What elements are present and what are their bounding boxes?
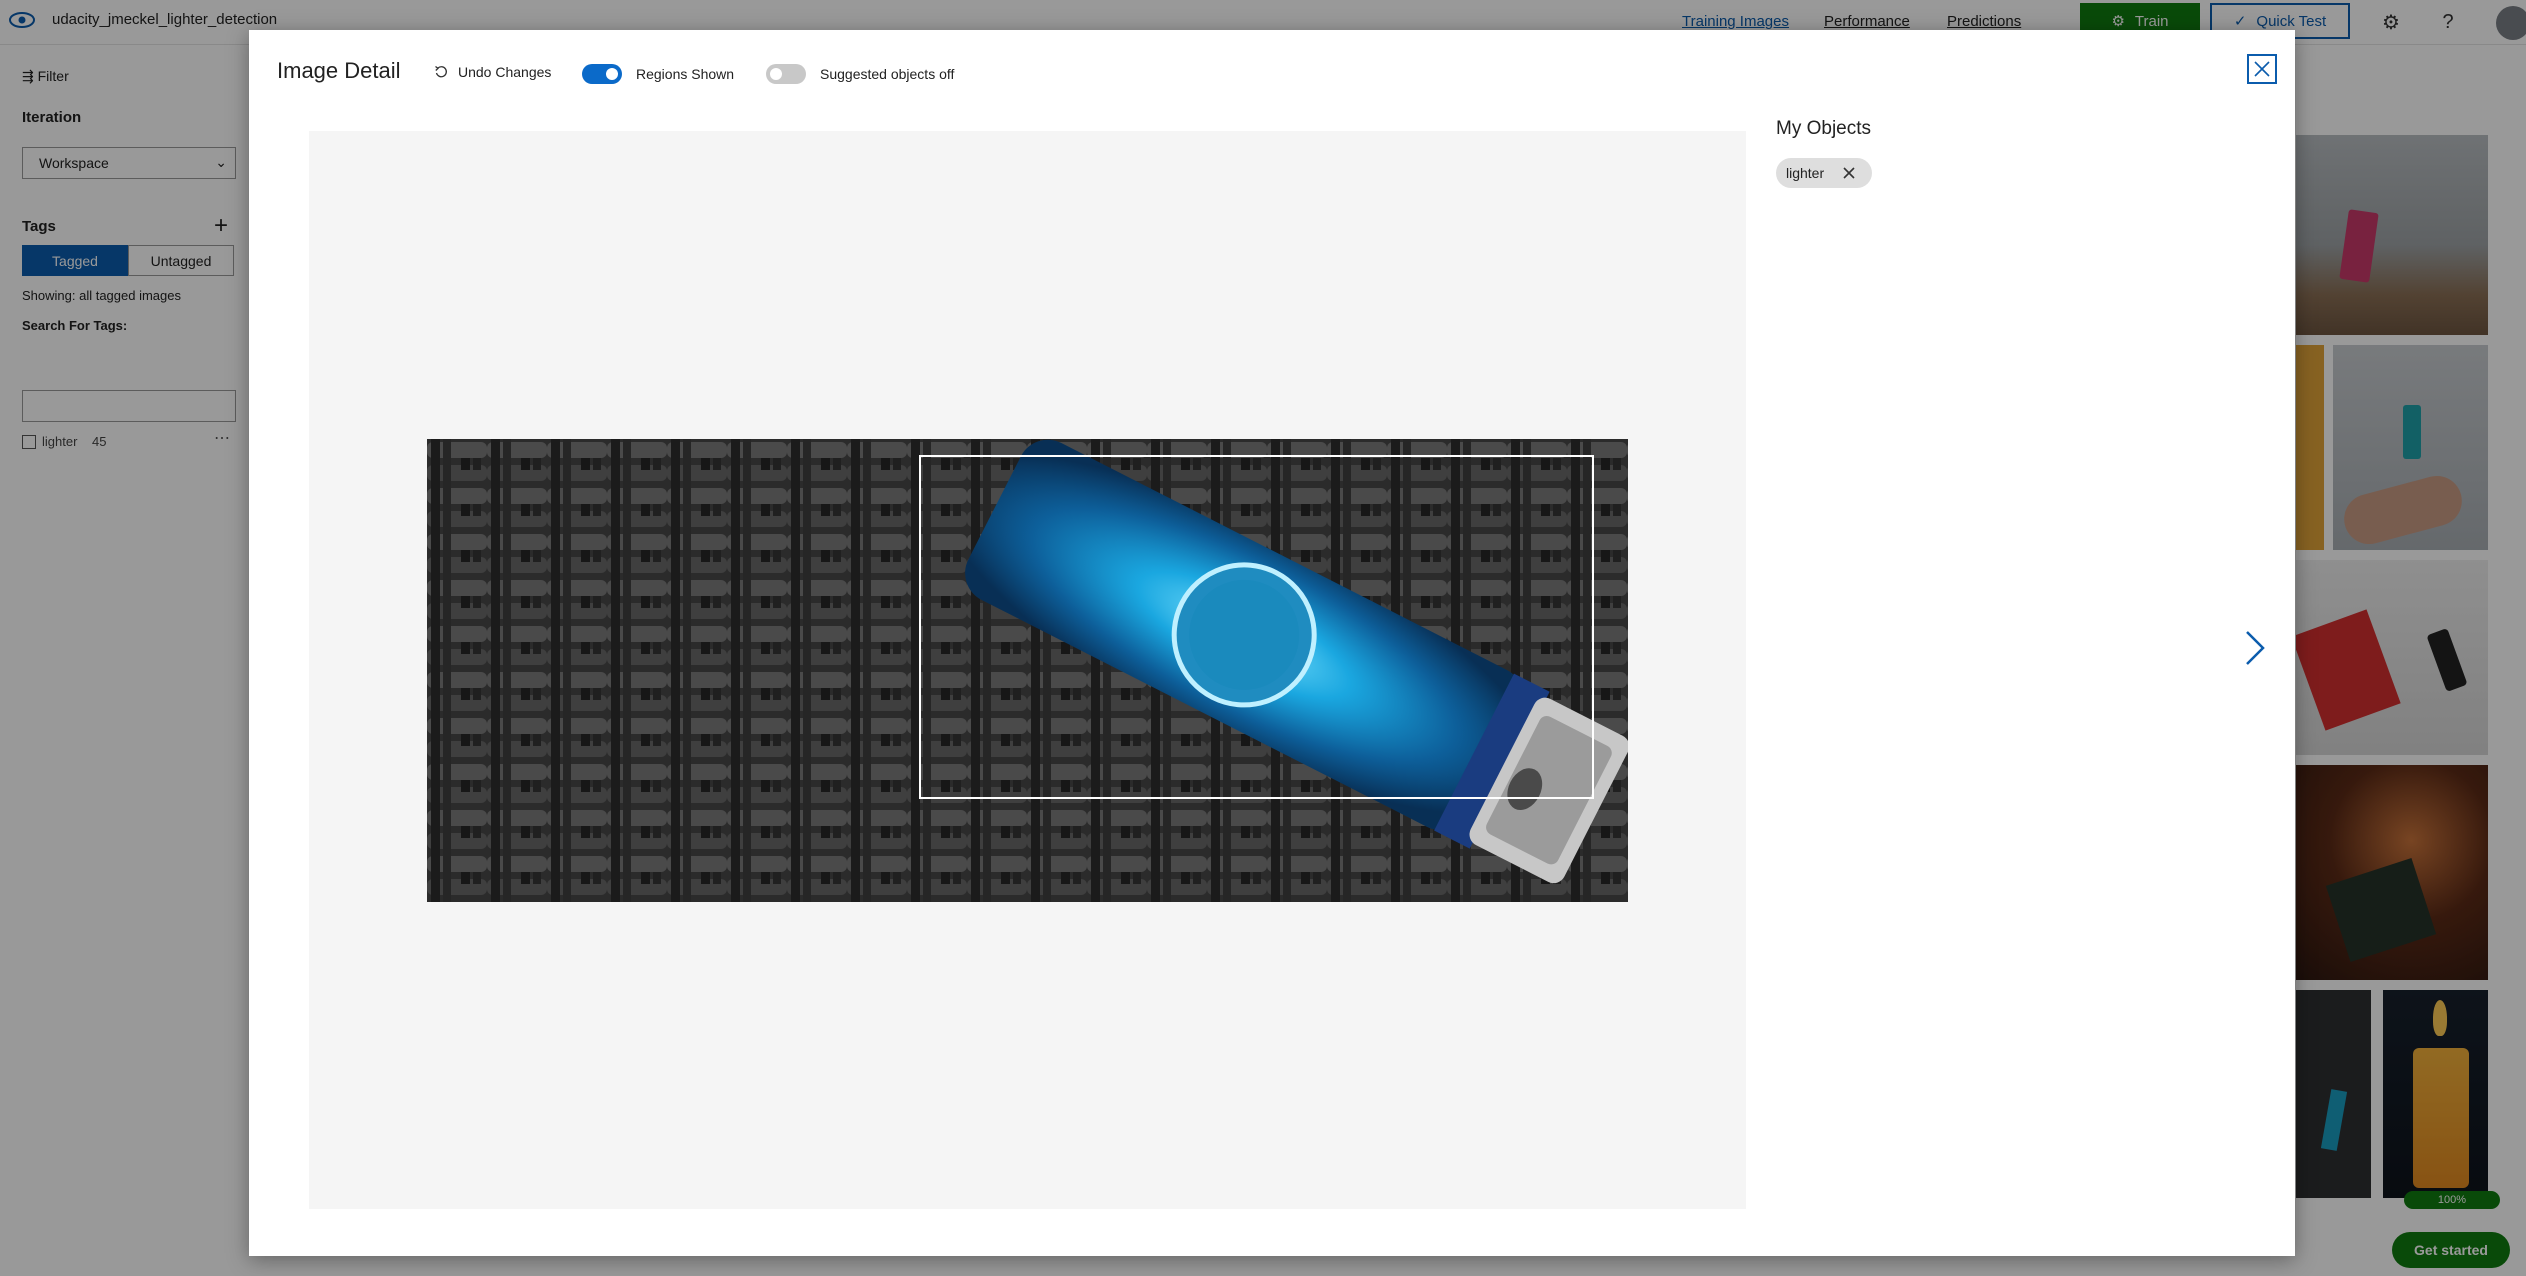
suggested-objects-toggle[interactable]: Suggested objects off bbox=[766, 64, 954, 84]
regions-switch[interactable] bbox=[582, 64, 622, 84]
image-detail-dialog: Image Detail Undo Changes Regions Shown … bbox=[249, 30, 2295, 1256]
my-objects-heading: My Objects bbox=[1776, 118, 1872, 139]
image-canvas[interactable] bbox=[309, 131, 1746, 1209]
chevron-right-icon[interactable] bbox=[2239, 626, 2269, 670]
object-tag-chip[interactable]: lighter bbox=[1776, 158, 1872, 188]
undo-changes-button[interactable]: Undo Changes bbox=[434, 64, 551, 80]
training-image bbox=[427, 439, 1628, 902]
remove-tag-icon[interactable] bbox=[1842, 166, 1856, 180]
close-icon bbox=[2254, 61, 2270, 77]
close-dialog-button[interactable] bbox=[2247, 54, 2277, 84]
regions-shown-toggle[interactable]: Regions Shown bbox=[582, 64, 734, 84]
suggested-switch[interactable] bbox=[766, 64, 806, 84]
undo-icon bbox=[435, 65, 447, 78]
object-region-box[interactable] bbox=[919, 455, 1594, 799]
object-tag-label: lighter bbox=[1786, 165, 1825, 181]
dialog-title: Image Detail bbox=[277, 58, 401, 83]
